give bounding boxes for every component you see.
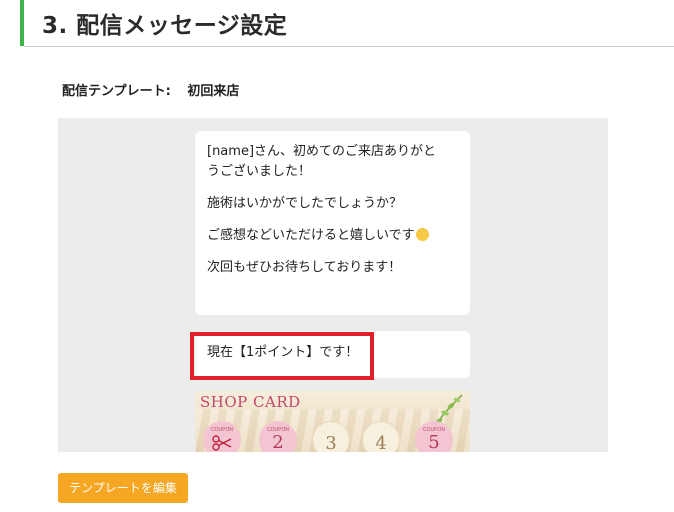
message-preview: [name]さん、初めてのご来店ありがと うございました！ 施術はいかがでしたでし… xyxy=(58,118,608,452)
stamp-number: 2 xyxy=(272,432,284,452)
shop-card-title: SHOP CARD xyxy=(200,393,301,411)
template-row: 配信テンプレート: 初回来店 xyxy=(62,80,239,99)
section-header: 3. 配信メッセージ設定 xyxy=(20,0,674,48)
stamp-coin-2: COUPON 2 xyxy=(259,421,297,452)
stamp-coin-3: 3 xyxy=(312,421,350,452)
highlight-box xyxy=(190,332,374,380)
shop-card-image: SHOP CARD COUPON COUPON 2 3 4 COUPON 5 xyxy=(195,391,470,452)
message-line: 次回もぜひお待ちしております！ xyxy=(207,260,402,275)
message-line: 施術はいかがでしたでしょうか？ xyxy=(207,196,403,211)
message-bubble-1: [name]さん、初めてのご来店ありがと うございました！ 施術はいかがでしたでし… xyxy=(195,131,470,315)
section-divider xyxy=(24,46,674,47)
message-line: [name]さん、初めてのご来店ありがと うございました！ xyxy=(207,144,437,179)
template-value: 初回来店 xyxy=(187,84,240,99)
message-line: ご感想などいただけると嬉しいです xyxy=(207,226,458,246)
edit-template-button[interactable]: テンプレートを編集 xyxy=(58,473,188,503)
stamp-coin-5: COUPON 5 xyxy=(415,421,453,452)
section-accent-bar xyxy=(20,0,24,46)
stamp-number: 3 xyxy=(325,433,337,452)
stamp-number: 5 xyxy=(428,432,440,452)
stamp-coin-4: 4 xyxy=(362,421,400,452)
smiling-face-icon xyxy=(415,228,429,241)
scissors-icon xyxy=(212,435,232,451)
section-title: 3. 配信メッセージ設定 xyxy=(42,13,288,39)
template-label: 配信テンプレート: xyxy=(62,84,171,99)
coupon-label: COUPON xyxy=(211,427,233,433)
stamp-number: 4 xyxy=(375,433,387,452)
stamp-coin-1: COUPON xyxy=(203,421,241,452)
